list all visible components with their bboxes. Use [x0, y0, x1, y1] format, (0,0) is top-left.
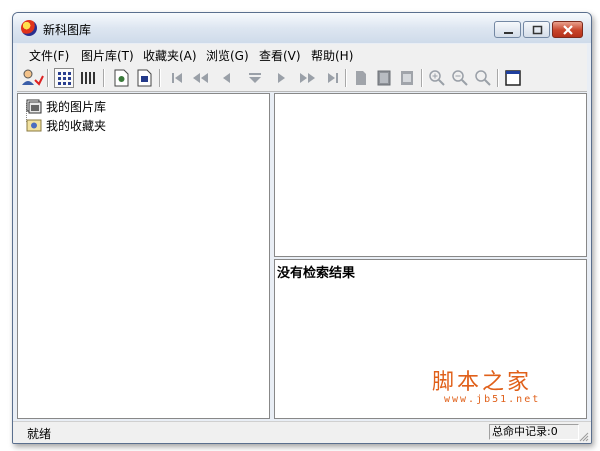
toolbar-separator [345, 69, 347, 87]
maximize-icon [532, 25, 543, 35]
status-ready: 就绪 [27, 427, 52, 441]
toolbar-separator [159, 69, 161, 87]
minimize-icon [504, 32, 513, 34]
menu-file[interactable]: 文件(F) [29, 47, 69, 64]
menu-library[interactable]: 图片库(T) [81, 47, 134, 64]
user-search-icon[interactable] [21, 68, 44, 88]
menu-view[interactable]: 查看(V) [259, 47, 301, 64]
toolbar-separator [421, 69, 423, 87]
menu-browse[interactable]: 浏览(G) [206, 47, 249, 64]
zoom-out-icon[interactable] [450, 68, 470, 88]
new-file-icon[interactable] [111, 68, 131, 88]
close-button[interactable] [552, 21, 583, 38]
title-bar[interactable]: 新科图库 [13, 13, 591, 43]
watermark: 脚本之家 www.jb51.net [432, 364, 538, 405]
rewind-icon[interactable] [189, 68, 209, 88]
library-tree-panel[interactable]: 我的图片库 我的收藏夹 [17, 93, 270, 419]
prev-icon[interactable] [217, 68, 237, 88]
tree-item-label: 我的图片库 [46, 99, 107, 114]
maximize-button[interactable] [523, 21, 550, 38]
last-icon[interactable] [323, 68, 343, 88]
zoom-in-icon[interactable] [427, 68, 447, 88]
window-icon[interactable] [503, 68, 523, 88]
watermark-logo: 脚本之家 [432, 370, 533, 395]
eject-icon[interactable] [244, 68, 264, 88]
list-view-icon[interactable] [77, 68, 97, 88]
large-icons-view-icon[interactable] [54, 68, 74, 88]
fast-forward-icon[interactable] [295, 68, 315, 88]
tree-item-label: 我的收藏夹 [46, 118, 107, 133]
next-icon[interactable] [271, 68, 291, 88]
save-file-icon[interactable] [134, 68, 154, 88]
menu-bar: 文件(F) 图片库(T) 收藏夹(A) 浏览(G) 查看(V) 帮助(H) [17, 44, 587, 66]
toolbar-separator [497, 69, 499, 87]
no-results-text: 没有检索结果 [277, 266, 356, 281]
library-icon [26, 99, 42, 114]
toolbar-separator [47, 69, 49, 87]
status-bar: 就绪 总命中记录:0 [13, 421, 591, 443]
watermark-url: www.jb51.net [444, 394, 541, 405]
page-icon[interactable] [351, 68, 371, 88]
page-dark-icon[interactable] [374, 68, 394, 88]
page-frame-icon[interactable] [397, 68, 417, 88]
window-title: 新科图库 [43, 23, 92, 37]
app-icon [21, 20, 37, 36]
menu-help[interactable]: 帮助(H) [311, 47, 353, 64]
zoom-icon[interactable] [473, 68, 493, 88]
tree-item-favorites[interactable]: 我的收藏夹 [26, 116, 106, 134]
toolbar [17, 65, 587, 92]
first-icon[interactable] [167, 68, 187, 88]
status-hit-count: 总命中记录:0 [489, 424, 579, 440]
minimize-button[interactable] [494, 21, 521, 38]
close-icon [563, 25, 573, 35]
favorites-icon [26, 119, 42, 132]
toolbar-separator [103, 69, 105, 87]
menu-favorites[interactable]: 收藏夹(A) [143, 47, 197, 64]
tree-item-library[interactable]: 我的图片库 [26, 97, 106, 115]
resize-grip-icon[interactable] [577, 430, 589, 442]
thumbnail-panel[interactable] [274, 93, 587, 257]
